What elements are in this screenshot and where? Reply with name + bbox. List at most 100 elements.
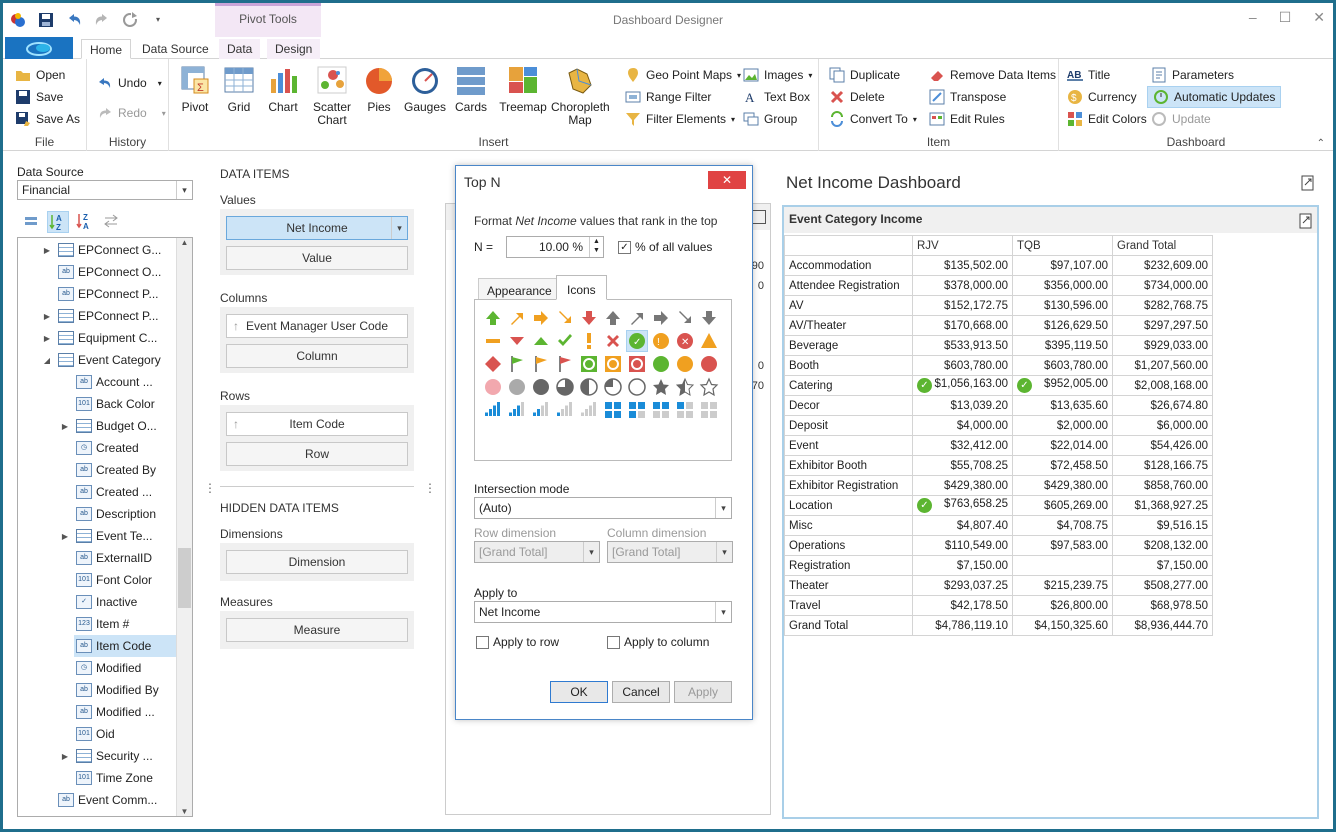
flag-red-icon[interactable] [555,354,575,374]
arrow-down-red-icon[interactable] [579,308,599,328]
apply-button[interactable]: Apply [674,681,732,703]
tree-item[interactable]: 101 Oid [74,723,176,745]
arrow-up-gray-icon[interactable] [603,308,623,328]
sort-descending-icon[interactable]: ZA [75,211,95,231]
automatic-updates-button[interactable]: Automatic Updates [1147,86,1282,108]
swap-icon[interactable] [101,211,121,231]
arrow-right-gray-icon[interactable] [651,308,671,328]
export-icon[interactable] [1298,213,1314,229]
arrow-downright-orange-icon[interactable] [555,308,575,328]
dot-darkgray-icon[interactable] [531,377,551,397]
signal-0-icon[interactable] [579,400,599,420]
tree-item[interactable]: ▶ Security ... [62,745,176,767]
triangle-up-green-icon[interactable] [531,331,551,351]
undo-button[interactable]: Undo ▾ [97,73,162,93]
threequarter-circle-icon[interactable] [603,377,623,397]
dot-lightgray-icon[interactable] [507,377,527,397]
file-menu-tab[interactable] [5,37,73,59]
circle-cross-red-icon[interactable]: ✕ [675,331,695,351]
pivot-row-header[interactable]: Exhibitor Booth [784,455,913,476]
data-source-select[interactable]: Financial ▾ [17,180,193,200]
pivot-row-header[interactable]: Catering [784,375,913,396]
row-drop-target[interactable]: Row [226,442,408,466]
tree-item[interactable]: ab Account ... [74,371,176,393]
tree-item[interactable]: ▶ Equipment C... [44,327,176,349]
arrow-right-orange-icon[interactable] [531,308,551,328]
pivot-row-header[interactable]: AV [784,295,913,316]
boxes-2-icon[interactable] [651,400,671,420]
tree-item[interactable]: 101 Font Color [74,569,176,591]
duplicate-button[interactable]: Duplicate [829,65,900,85]
quarter-circle-icon[interactable] [555,377,575,397]
pivot-row-header[interactable]: Beverage [784,335,913,356]
tree-item[interactable]: ◢ Event Category [44,349,176,371]
boxes-3-icon[interactable] [627,400,647,420]
tab-icons[interactable]: Icons [556,275,607,300]
update-button[interactable]: Update [1151,109,1211,129]
square-circle-green-icon[interactable] [579,354,599,374]
tree-item[interactable]: ▶ EPConnect P... [44,305,176,327]
text-box-button[interactable]: A Text Box [743,87,810,107]
star-full-icon[interactable] [651,377,671,397]
treemap-button[interactable]: Treemap [495,65,551,114]
sort-ascending-icon[interactable]: AZ [47,211,69,233]
tree-item[interactable]: ab Event Comm... [56,789,176,811]
collapse-all-icon[interactable] [21,211,41,231]
tree-scrollbar[interactable]: ▲ ▼ [176,238,192,816]
geo-point-maps-button[interactable]: Geo Point Maps ▾ [625,65,741,85]
tree-item[interactable]: ab EPConnect O... [56,261,176,283]
scrollbar-thumb[interactable] [178,548,191,608]
pivot-row-header[interactable]: Decor [784,395,913,416]
spinner-arrows-icon[interactable]: ▲ ▼ [589,237,603,257]
tree-item[interactable]: ab Modified By [74,679,176,701]
check-green-icon[interactable] [555,331,575,351]
pivot-row-header[interactable]: Exhibitor Registration [784,475,913,496]
net-income-item[interactable]: Net Income ▾ [226,216,408,240]
flag-orange-icon[interactable] [531,354,551,374]
pivot-row-header[interactable]: Misc [784,515,913,536]
circle-check-green-icon[interactable]: ✓ [626,330,648,352]
boxes-4-icon[interactable] [603,400,623,420]
chevron-down-icon[interactable]: ▾ [391,217,407,239]
pivot-row-header[interactable]: Registration [784,555,913,576]
signal-3-icon[interactable] [507,400,527,420]
expanded-arrow-icon[interactable]: ◢ [42,356,52,365]
arrow-up-green-icon[interactable] [483,308,503,328]
arrow-upright-gray-icon[interactable] [627,308,647,328]
apply-to-row-checkbox[interactable]: Apply to row [476,635,559,649]
diamond-red-icon[interactable] [483,354,503,374]
save-button[interactable]: Save [15,87,63,107]
exclamation-orange-icon[interactable] [579,331,599,351]
parameters-button[interactable]: Parameters [1151,65,1234,85]
splitter-handle-right[interactable]: ⋮ [424,481,436,495]
pivot-column-header[interactable]: RJV [912,235,1013,256]
pivot-row-header[interactable]: Deposit [784,415,913,436]
tab-appearance[interactable]: Appearance [478,278,561,300]
signal-4-icon[interactable] [483,400,503,420]
choropleth-map-button[interactable]: Choropleth Map [551,65,610,127]
item-code-item[interactable]: ↑ Item Code [226,412,408,436]
export-icon[interactable] [752,210,766,224]
pivot-row-header[interactable]: Attendee Registration [784,275,913,296]
dimension-drop-target[interactable]: Dimension [226,550,408,574]
tree-item[interactable]: ab Modified ... [74,701,176,723]
gauges-button[interactable]: Gauges [403,65,447,114]
tree-item[interactable]: 101 Back Color [74,393,176,415]
triangle-down-red-icon[interactable] [507,331,527,351]
pies-button[interactable]: Pies [359,65,399,114]
tree-item[interactable]: 101 Time Zone [74,767,176,789]
currency-button[interactable]: $ Currency [1067,87,1137,107]
tree-item[interactable]: ▶ EPConnect G... [44,239,176,261]
pivot-row-header[interactable]: Accommodation [784,255,913,276]
chart-button[interactable]: Chart [263,65,303,114]
intersection-mode-select[interactable]: (Auto) ▾ [474,497,732,519]
flag-green-icon[interactable] [507,354,527,374]
redo-button[interactable]: Redo ▾ [97,103,166,123]
convert-to-button[interactable]: Convert To ▾ [829,109,917,129]
tree-item[interactable]: ab ExternalID [74,547,176,569]
collapsed-arrow-icon[interactable]: ▶ [60,752,70,761]
dot-pink-icon[interactable] [483,377,503,397]
splitter-handle-left[interactable]: ⋮ [204,481,216,495]
empty-circle-icon[interactable] [627,377,647,397]
grid-button[interactable]: Grid [219,65,259,114]
